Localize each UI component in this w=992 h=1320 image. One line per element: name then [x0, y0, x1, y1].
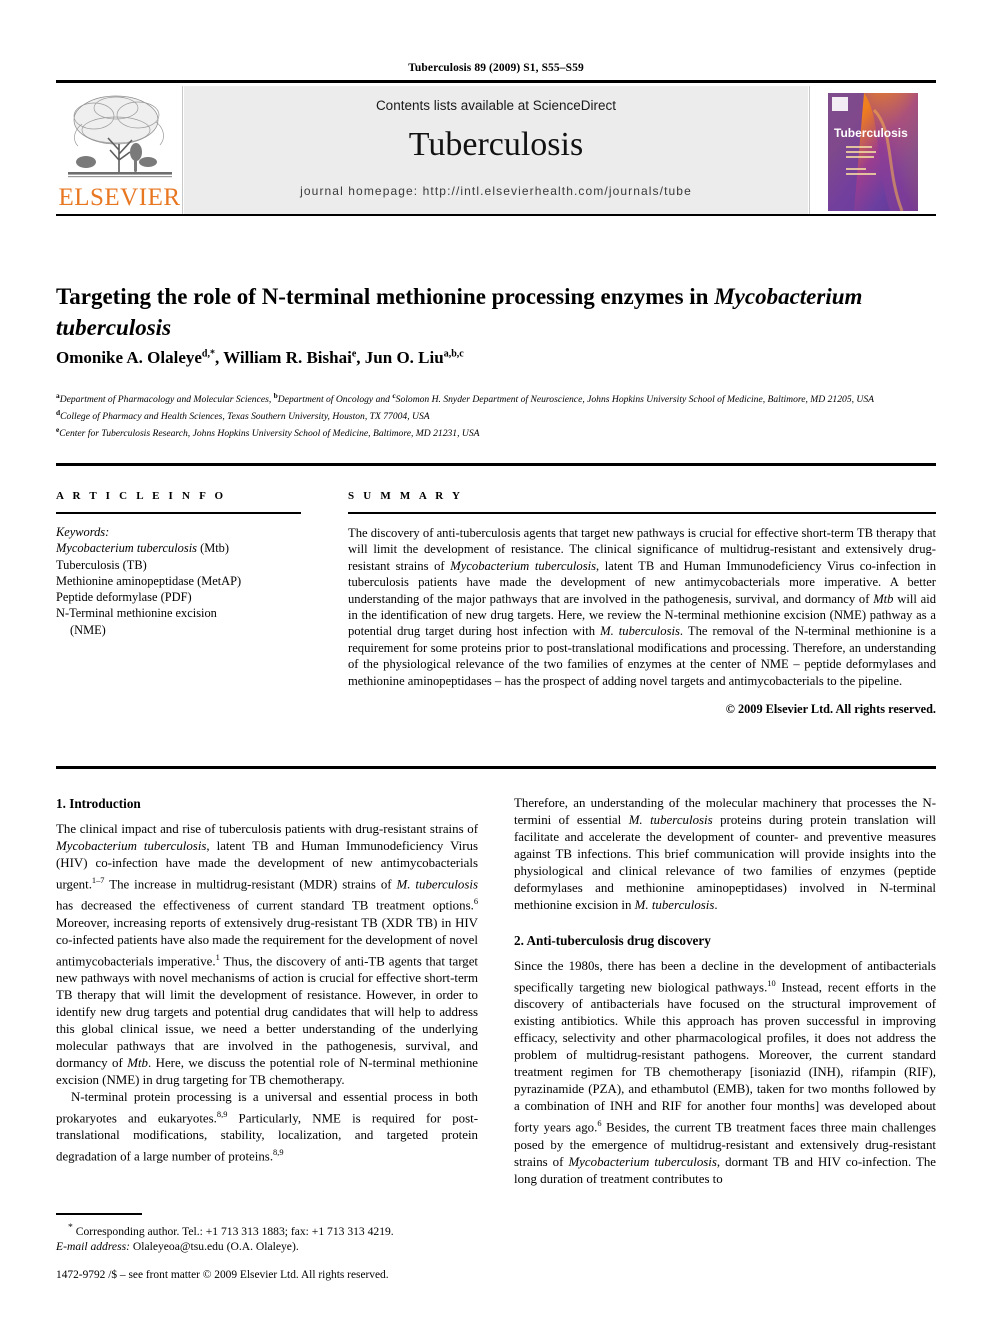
title-text-plain: Targeting the role of N-terminal methion… — [56, 284, 715, 310]
intro-ital-1: Mycobacterium tuberculosis — [56, 839, 207, 853]
affiliation-row: eCenter for Tuberculosis Research, Johns… — [56, 424, 936, 441]
section-heading-introduction: 1. Introduction — [56, 796, 141, 811]
page-title: Targeting the role of N-terminal methion… — [56, 281, 936, 343]
affil-text-c: Solomon H. Snyder Department of Neurosci… — [395, 394, 874, 406]
author-3-name[interactable]: Jun O. Liu — [365, 348, 444, 367]
keyword-list: Keywords: Mycobacterium tuberculosis (Mt… — [56, 524, 301, 638]
affil-text-a: Department of Pharmacology and Molecular… — [59, 394, 274, 406]
drug-paragraph-1: Since the 1980s, there has been a declin… — [514, 958, 936, 1188]
keyword-item: Tuberculosis (TB) — [56, 557, 147, 572]
email-value[interactable]: Olaleyeoa@tsu.edu (O.A. Olaleye). — [130, 1240, 299, 1253]
drug-ital-1: Mycobacterium tuberculosis — [568, 1154, 717, 1169]
article-info-heading: A R T I C L E I N F O — [56, 490, 227, 502]
drug-seg-b: Instead, recent efforts in the discovery… — [514, 980, 936, 1135]
author-2-affil-marker: e — [351, 348, 357, 360]
author-2-name[interactable]: William R. Bishai — [223, 348, 352, 367]
right-seg-c: . — [714, 898, 718, 912]
email-note: E-mail address: Olaleyeoa@tsu.edu (O.A. … — [56, 1239, 478, 1254]
abstract-ital-1: Mycobacterium tuberculosis — [450, 558, 596, 573]
citation-ref[interactable]: 8,9 — [273, 1148, 283, 1157]
summary-column: S U M M A R Y The discovery of anti-tube… — [348, 490, 936, 717]
issn-copyright-line: 1472-9792 /$ – see front matter © 2009 E… — [56, 1269, 389, 1281]
section-heading-drug-discovery: 2. Anti-tuberculosis drug discovery — [514, 933, 711, 948]
article-info-column: A R T I C L E I N F O Keywords: Mycobact… — [56, 490, 301, 638]
affil-text-b: Department of Oncology and — [277, 394, 393, 406]
right-ital-2: M. tuberculosis — [634, 898, 715, 912]
body-column-left: 1. Introduction The clinical impact and … — [56, 795, 478, 1165]
footnote-block: * Corresponding author. Tel.: +1 713 313… — [56, 1220, 478, 1254]
right-seg-b: proteins during protein translation will… — [514, 813, 937, 912]
top-rule — [56, 80, 936, 83]
right-paragraph-1: Therefore, an understanding of the molec… — [514, 795, 936, 914]
citation-ref[interactable]: 6 — [474, 897, 478, 906]
info-section-bottom-rule — [56, 766, 936, 769]
keyword-italic: Mycobacterium tuberculosis — [56, 541, 197, 556]
journal-cover-image: Tuberculosis — [824, 90, 922, 214]
citation-ref[interactable]: 8,9 — [217, 1110, 227, 1119]
summary-divider — [348, 512, 936, 514]
author-1-affil-marker: d, — [201, 348, 210, 360]
affiliation-list: aDepartment of Pharmacology and Molecula… — [56, 390, 936, 440]
keywords-label: Keywords: — [56, 525, 110, 539]
intro-paragraph-1: The clinical impact and rise of tubercul… — [56, 821, 478, 1089]
contents-available-label: Contents lists available at ScienceDirec… — [375, 98, 617, 113]
info-section-top-rule — [56, 463, 936, 466]
footnote-rule — [56, 1213, 142, 1215]
intro-seg-f: Thus, the discovery of anti-TB agents th… — [56, 953, 479, 1070]
intro-seg-c: The increase in multidrug-resistant (MDR… — [104, 877, 397, 892]
article-info-divider — [56, 512, 301, 514]
abstract-text: The discovery of anti-tuberculosis agent… — [348, 525, 936, 689]
journal-title: Tuberculosis — [408, 126, 584, 163]
journal-article-page: Tuberculosis 89 (2009) S1, S55–S59 ELSEV… — [0, 0, 992, 1320]
abstract-ital-3: M. tuberculosis — [600, 624, 680, 639]
affiliation-row: aDepartment of Pharmacology and Molecula… — [56, 390, 936, 407]
svg-text:Tuberculosis: Tuberculosis — [834, 126, 908, 140]
author-3-affil-marker: a,b,c — [443, 348, 464, 360]
keyword-item: Peptide deformylase (PDF) — [56, 590, 192, 605]
citation-ref[interactable]: 10 — [767, 979, 775, 988]
sciencedirect-panel: Contents lists available at ScienceDirec… — [184, 86, 808, 214]
body-column-right: Therefore, an understanding of the molec… — [514, 795, 936, 1188]
corresponding-author-text: Corresponding author. Tel.: +1 713 313 1… — [72, 1224, 394, 1238]
affiliation-row: dCollege of Pharmacy and Health Sciences… — [56, 407, 936, 424]
citation-ref[interactable]: 1–7 — [92, 876, 105, 885]
elsevier-wordmark: ELSEVIER — [58, 184, 181, 211]
corresponding-author-note: * Corresponding author. Tel.: +1 713 313… — [56, 1220, 478, 1239]
keyword-item: (NME) — [70, 622, 106, 637]
masthead: ELSEVIER Contents lists available at Sci… — [56, 86, 936, 214]
intro-paragraph-2: N-terminal protein processing is a unive… — [56, 1089, 478, 1166]
elsevier-tree-icon — [68, 95, 172, 178]
intro-ital-2: M. tuberculosis — [396, 877, 478, 892]
keyword-item: Methionine aminopeptidase (MetAP) — [56, 573, 242, 588]
keyword-plain: (Mtb) — [196, 541, 229, 556]
corresponding-author-marker: * — [209, 348, 215, 360]
journal-homepage-link[interactable]: journal homepage: http://intl.elsevierhe… — [184, 184, 808, 198]
journal-cover-box[interactable]: Tuberculosis — [809, 86, 936, 214]
author-1-name[interactable]: Omonike A. Olaleye — [56, 348, 202, 367]
abstract-ital-2: Mtb — [873, 591, 894, 606]
keyword-item: Mycobacterium tuberculosis (Mtb) — [56, 540, 301, 556]
intro-seg-a: The clinical impact and rise of tubercul… — [56, 822, 478, 836]
right-ital-1: M. tuberculosis — [628, 813, 713, 827]
keyword-item: N-Terminal methionine excision — [56, 606, 217, 621]
author-list: Omonike A. Olaleyed,*, William R. Bishai… — [56, 348, 464, 367]
elsevier-logo-box[interactable]: ELSEVIER — [56, 86, 183, 214]
summary-heading: S U M M A R Y — [348, 490, 464, 502]
affil-text-e: Center for Tuberculosis Research, Johns … — [59, 427, 480, 439]
intro-ital-3: Mtb — [127, 1055, 148, 1070]
copyright-notice: © 2009 Elsevier Ltd. All rights reserved… — [725, 702, 936, 717]
masthead-bottom-rule — [56, 214, 936, 216]
affil-text-d: College of Pharmacy and Health Sciences,… — [60, 410, 430, 422]
email-label: E-mail address: — [56, 1240, 130, 1254]
intro-seg-d: has decreased the effectiveness of curre… — [56, 898, 474, 913]
running-head: Tuberculosis 89 (2009) S1, S55–S59 — [408, 62, 584, 74]
